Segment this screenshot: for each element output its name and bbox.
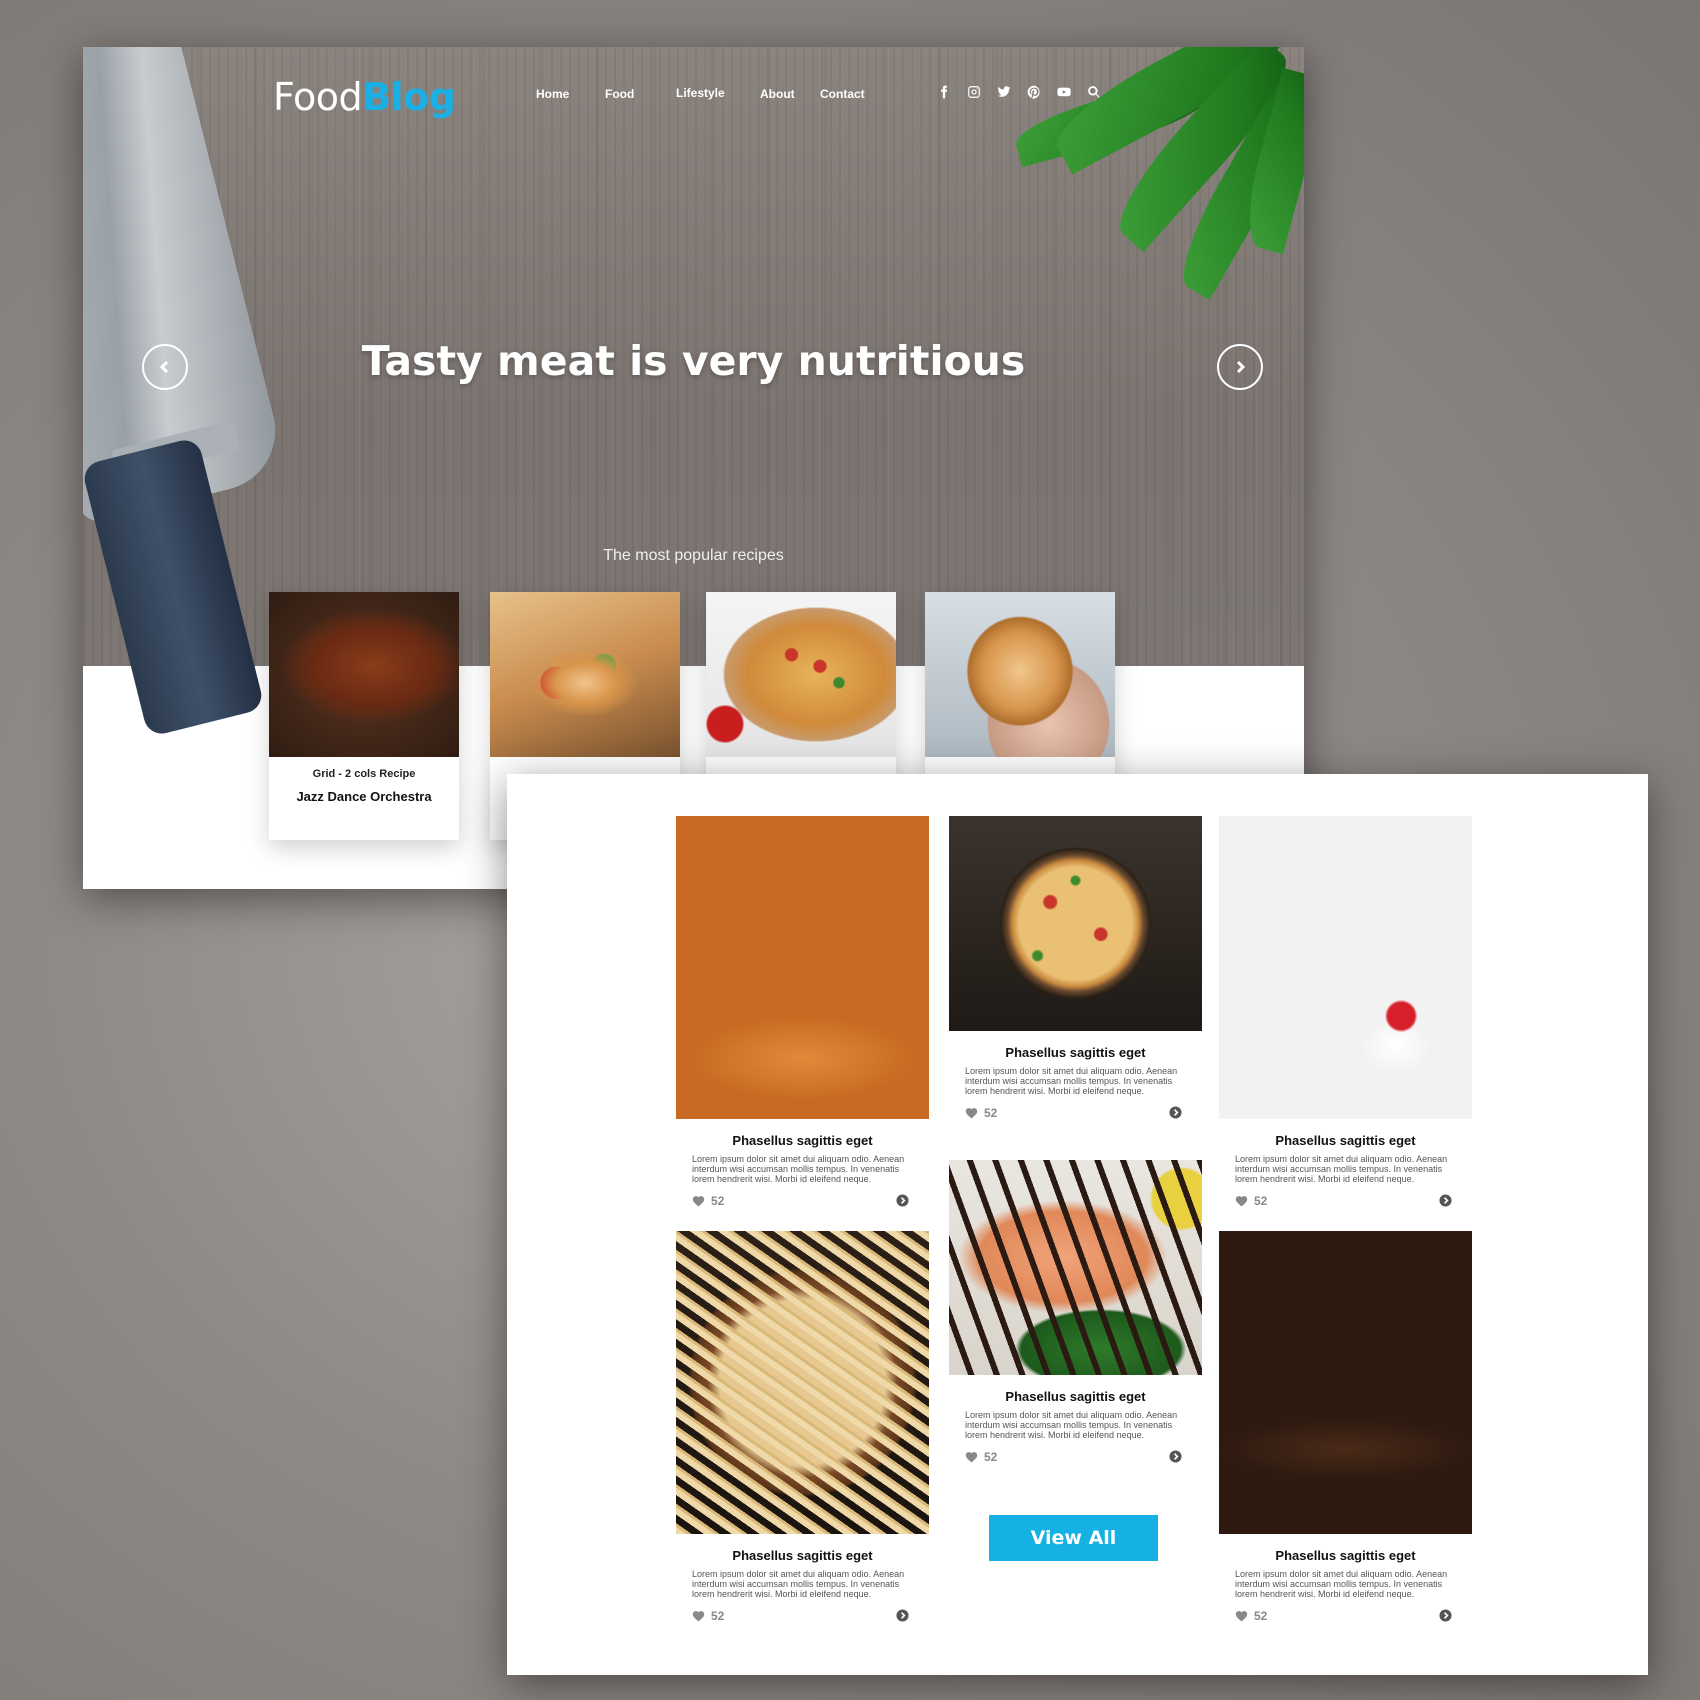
like-count: 52 bbox=[1254, 1609, 1268, 1623]
heart-icon bbox=[1235, 1196, 1248, 1207]
post-title: Phasellus sagittis eget bbox=[1005, 1045, 1146, 1060]
post-card[interactable]: Phasellus sagittis eget Lorem ipsum dolo… bbox=[949, 1160, 1202, 1468]
heart-icon bbox=[1235, 1611, 1248, 1622]
like-button[interactable]: 52 bbox=[1235, 1609, 1267, 1623]
arrow-circle-right-icon bbox=[1169, 1450, 1182, 1463]
pasta-image bbox=[676, 1231, 929, 1534]
view-all-button[interactable]: View All bbox=[989, 1515, 1158, 1561]
post-title: Phasellus sagittis eget bbox=[1005, 1389, 1146, 1404]
pizza-image bbox=[949, 816, 1202, 1031]
post-meta: 52 bbox=[1219, 1607, 1472, 1627]
heart-icon bbox=[692, 1611, 705, 1622]
like-button[interactable]: 52 bbox=[965, 1450, 997, 1464]
post-excerpt: Lorem ipsum dolor sit amet dui aliquam o… bbox=[1235, 1569, 1448, 1599]
pizza-image bbox=[706, 592, 896, 757]
arrow-circle-right-icon bbox=[1169, 1106, 1182, 1119]
logo-food: Food bbox=[273, 75, 363, 119]
homepage-preview: FoodBlog Home Food Lifestyle About Conta… bbox=[83, 47, 1304, 889]
youtube-icon[interactable] bbox=[1055, 85, 1073, 103]
post-excerpt: Lorem ipsum dolor sit amet dui aliquam o… bbox=[1235, 1154, 1448, 1184]
nav-about[interactable]: About bbox=[760, 87, 795, 101]
like-count: 52 bbox=[711, 1194, 725, 1208]
social-links bbox=[935, 85, 1103, 103]
burger-image bbox=[1219, 1231, 1472, 1534]
recipe-category: Grid - 2 cols Recipe bbox=[312, 768, 416, 780]
post-card[interactable]: Phasellus sagittis eget Lorem ipsum dolo… bbox=[676, 816, 929, 1212]
burrito-image bbox=[490, 592, 680, 757]
logo-blog: Blog bbox=[362, 75, 456, 119]
post-title: Phasellus sagittis eget bbox=[1275, 1133, 1416, 1148]
hero-title: Tasty meat is very nutritious bbox=[361, 337, 1026, 385]
instagram-icon[interactable] bbox=[965, 85, 983, 103]
read-more-button[interactable] bbox=[1439, 1194, 1452, 1207]
nav-home[interactable]: Home bbox=[536, 87, 569, 101]
arrow-circle-right-icon bbox=[1439, 1194, 1452, 1207]
salmon-image bbox=[949, 1160, 1202, 1375]
post-meta: 52 bbox=[1219, 1192, 1472, 1212]
like-count: 52 bbox=[984, 1106, 998, 1120]
facebook-icon[interactable] bbox=[935, 85, 953, 103]
chevron-right-icon bbox=[1236, 360, 1246, 374]
hero-banner: FoodBlog Home Food Lifestyle About Conta… bbox=[83, 47, 1304, 738]
post-card[interactable]: Phasellus sagittis eget Lorem ipsum dolo… bbox=[676, 1231, 929, 1627]
recipe-grid-preview: Phasellus sagittis eget Lorem ipsum dolo… bbox=[507, 774, 1648, 1675]
post-meta: 52 bbox=[949, 1104, 1202, 1124]
arrow-circle-right-icon bbox=[896, 1194, 909, 1207]
pinterest-icon[interactable] bbox=[1025, 85, 1043, 103]
slider-next-button[interactable] bbox=[1217, 344, 1263, 390]
post-excerpt: Lorem ipsum dolor sit amet dui aliquam o… bbox=[965, 1410, 1178, 1440]
read-more-button[interactable] bbox=[896, 1609, 909, 1622]
arrow-circle-right-icon bbox=[896, 1609, 909, 1622]
post-card[interactable]: Phasellus sagittis eget Lorem ipsum dolo… bbox=[949, 816, 1202, 1124]
heart-icon bbox=[965, 1452, 978, 1463]
like-button[interactable]: 52 bbox=[1235, 1194, 1267, 1208]
heart-icon bbox=[692, 1196, 705, 1207]
search-icon[interactable] bbox=[1085, 85, 1103, 103]
post-card[interactable]: Phasellus sagittis eget Lorem ipsum dolo… bbox=[1219, 1231, 1472, 1627]
read-more-button[interactable] bbox=[1169, 1450, 1182, 1463]
heart-icon bbox=[965, 1108, 978, 1119]
post-title: Phasellus sagittis eget bbox=[732, 1548, 873, 1563]
nav-lifestyle[interactable]: Lifestyle bbox=[676, 86, 725, 100]
site-logo[interactable]: FoodBlog bbox=[273, 75, 456, 119]
post-card[interactable]: Phasellus sagittis eget Lorem ipsum dolo… bbox=[1219, 816, 1472, 1212]
read-more-button[interactable] bbox=[896, 1194, 909, 1207]
post-excerpt: Lorem ipsum dolor sit amet dui aliquam o… bbox=[965, 1066, 1178, 1096]
like-count: 52 bbox=[1254, 1194, 1268, 1208]
ribs-image bbox=[269, 592, 459, 757]
post-title: Phasellus sagittis eget bbox=[732, 1133, 873, 1148]
recipe-title: Jazz Dance Orchestra bbox=[296, 789, 432, 804]
recipe-card[interactable]: Grid - 2 cols Recipe Jazz Dance Orchestr… bbox=[269, 592, 459, 840]
post-title: Phasellus sagittis eget bbox=[1275, 1548, 1416, 1563]
read-more-button[interactable] bbox=[1439, 1609, 1452, 1622]
post-excerpt: Lorem ipsum dolor sit amet dui aliquam o… bbox=[692, 1154, 905, 1184]
post-meta: 52 bbox=[676, 1192, 929, 1212]
popular-recipes-label: The most popular recipes bbox=[603, 547, 784, 564]
post-meta: 52 bbox=[949, 1448, 1202, 1468]
like-button[interactable]: 52 bbox=[692, 1194, 724, 1208]
like-button[interactable]: 52 bbox=[965, 1106, 997, 1120]
burger-image bbox=[676, 816, 929, 1119]
like-count: 52 bbox=[711, 1609, 725, 1623]
arrow-circle-right-icon bbox=[1439, 1609, 1452, 1622]
nav-contact[interactable]: Contact bbox=[820, 87, 865, 101]
like-count: 52 bbox=[984, 1450, 998, 1464]
nav-food[interactable]: Food bbox=[605, 87, 634, 101]
twitter-icon[interactable] bbox=[995, 85, 1013, 103]
like-button[interactable]: 52 bbox=[692, 1609, 724, 1623]
cake-image bbox=[1219, 816, 1472, 1119]
cat-toast-image bbox=[925, 592, 1115, 757]
post-meta: 52 bbox=[676, 1607, 929, 1627]
post-excerpt: Lorem ipsum dolor sit amet dui aliquam o… bbox=[692, 1569, 905, 1599]
read-more-button[interactable] bbox=[1169, 1106, 1182, 1119]
